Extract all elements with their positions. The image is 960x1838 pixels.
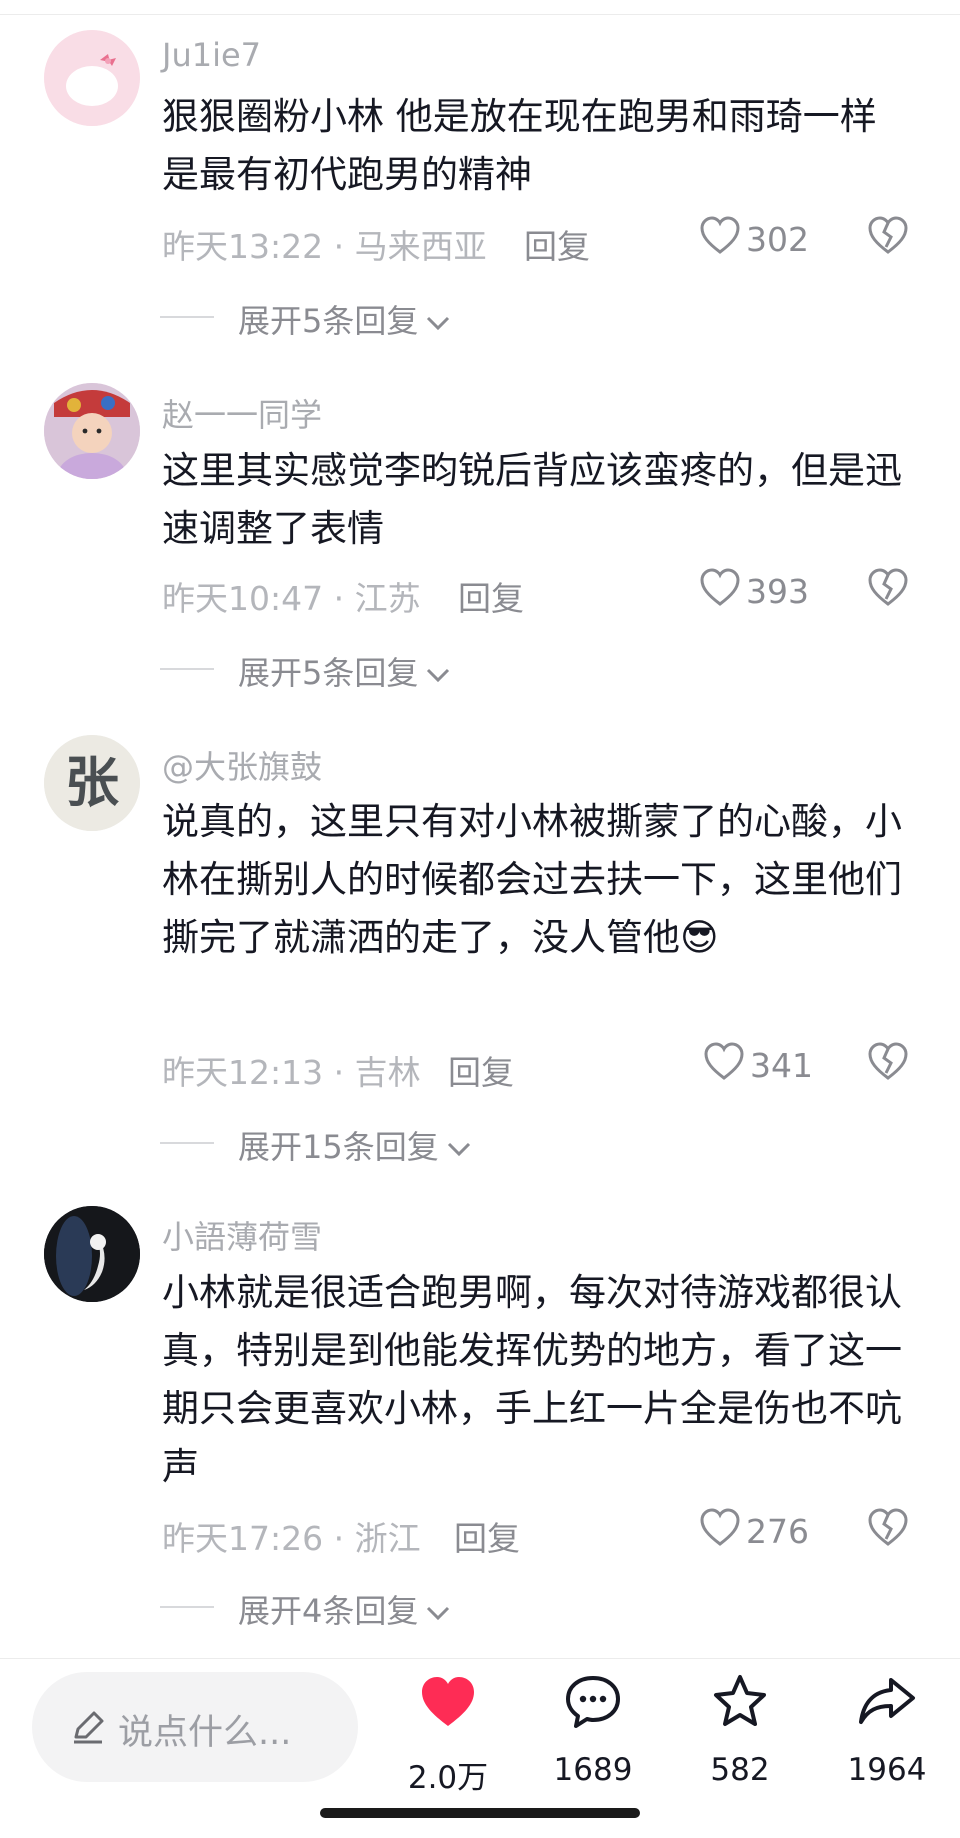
share-arrow-icon <box>859 1678 915 1724</box>
share-count: 1964 <box>847 1752 927 1788</box>
chevron-down-icon <box>427 1606 450 1621</box>
like-count: 276 <box>746 1512 809 1551</box>
broken-heart-icon[interactable] <box>866 214 910 258</box>
expand-replies-button[interactable]: 展开4条回复 <box>160 1586 660 1630</box>
reply-button[interactable]: 回复 <box>448 1046 514 1094</box>
child-photo-icon <box>44 383 140 479</box>
comment-username[interactable]: Ju1ie7 <box>162 36 261 74</box>
like-count: 302 <box>746 220 809 259</box>
comment-meta: 昨天17:26 · 浙江 回复 276 <box>162 1506 922 1558</box>
like-button[interactable]: 2.0万 <box>388 1672 508 1812</box>
like-count: 2.0万 <box>407 1760 489 1796</box>
comment-username[interactable]: 小語薄荷雪 <box>162 1212 322 1258</box>
expand-replies-label: 展开5条回复 <box>238 648 452 694</box>
comment-time-location: 昨天12:13 · 吉林 <box>162 1053 421 1092</box>
heart-outline-icon[interactable] <box>698 214 742 258</box>
favorite-button[interactable]: 582 <box>680 1672 800 1812</box>
reply-button[interactable]: 回复 <box>454 1512 520 1560</box>
expand-replies-button[interactable]: 展开5条回复 <box>160 648 660 692</box>
expand-replies-label: 展开4条回复 <box>238 1586 452 1632</box>
user-avatar[interactable] <box>44 1206 140 1302</box>
svg-text:张: 张 <box>65 750 119 814</box>
expand-replies-button[interactable]: 展开5条回复 <box>160 296 660 340</box>
like-count: 341 <box>750 1046 813 1085</box>
comment-count: 1689 <box>553 1752 633 1788</box>
user-avatar[interactable] <box>44 383 140 479</box>
reply-button[interactable]: 回复 <box>524 220 590 268</box>
broken-heart-icon[interactable] <box>866 566 910 610</box>
chevron-down-icon <box>447 1142 470 1157</box>
comment-meta: 昨天13:22 · 马来西亚 回复 302 <box>162 214 922 266</box>
bottom-bar-divider <box>0 1658 960 1659</box>
chevron-down-icon <box>427 668 450 683</box>
comment-text: 小林就是很适合跑男啊，每次对待游戏都很认真，特别是到他能发挥优势的地方，看了这一… <box>162 1271 902 1488</box>
broken-heart-icon[interactable] <box>866 1040 910 1084</box>
comment-bubble-icon <box>566 1676 620 1728</box>
heart-outline-icon[interactable] <box>702 1040 746 1084</box>
comment-meta: 昨天12:13 · 吉林 回复 341 <box>162 1040 922 1092</box>
expand-line <box>160 1142 214 1144</box>
comment-button[interactable]: 1689 <box>533 1672 653 1812</box>
expand-replies-label: 展开5条回复 <box>238 296 452 342</box>
comment-text: 说真的，这里只有对小林被撕蒙了的心酸，小林在撕别人的时候都会过去扶一下，这里他们… <box>162 800 902 959</box>
pencil-icon <box>74 1711 104 1744</box>
expand-replies-button[interactable]: 展开15条回复 <box>160 1122 660 1166</box>
expand-replies-label: 展开15条回复 <box>238 1122 473 1168</box>
user-avatar[interactable]: 张 <box>44 735 140 831</box>
comment-text: 狠狠圈粉小林 他是放在现在跑男和雨琦一样是最有初代跑男的精神 <box>162 95 877 196</box>
top-divider <box>0 0 960 15</box>
dark-figure-icon <box>44 1206 140 1302</box>
star-icon <box>714 1675 766 1726</box>
hello-kitty-icon <box>44 30 140 126</box>
heart-outline-icon[interactable] <box>698 566 742 610</box>
broken-heart-icon[interactable] <box>866 1506 910 1550</box>
user-avatar[interactable] <box>44 30 140 126</box>
comment-text: 这里其实感觉李昀锐后背应该蛮疼的，但是迅速调整了表情 <box>162 449 902 550</box>
comment-username[interactable]: 赵一一同学 <box>162 390 322 436</box>
input-placeholder: 说点什么... <box>118 1713 292 1753</box>
reply-button[interactable]: 回复 <box>458 572 524 620</box>
comment-time-location: 昨天13:22 · 马来西亚 <box>162 227 487 266</box>
expand-line <box>160 1606 214 1608</box>
heart-outline-icon[interactable] <box>698 1506 742 1550</box>
comment-username[interactable]: @大张旗鼓 <box>162 742 322 788</box>
favorite-count: 582 <box>710 1752 770 1788</box>
home-indicator[interactable] <box>320 1808 640 1818</box>
heart-filled-icon <box>422 1677 474 1726</box>
comment-time-location: 昨天17:26 · 浙江 <box>162 1519 421 1558</box>
like-count: 393 <box>746 572 809 611</box>
expand-line <box>160 668 214 670</box>
comment-meta: 昨天10:47 · 江苏 回复 393 <box>162 566 922 618</box>
calligraphy-icon: 张 <box>44 735 140 831</box>
chevron-down-icon <box>427 316 450 331</box>
comment-time-location: 昨天10:47 · 江苏 <box>162 579 421 618</box>
expand-line <box>160 316 214 318</box>
share-button[interactable]: 1964 <box>827 1672 947 1812</box>
comment-input[interactable]: 说点什么... <box>32 1672 358 1782</box>
